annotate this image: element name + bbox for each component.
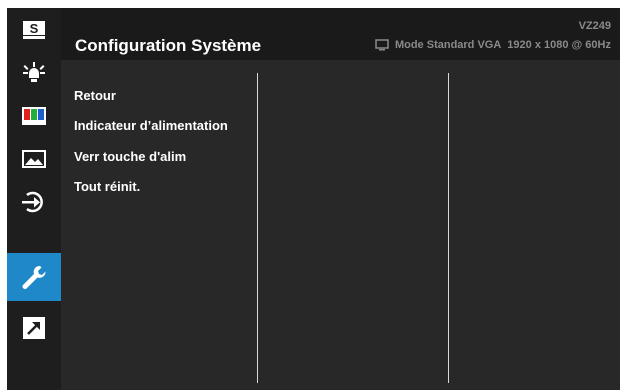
menu-item-power-key-lock[interactable]: Verr touche d'alim: [74, 149, 186, 164]
brightness-icon: [23, 61, 45, 82]
color-bars-icon: [22, 106, 46, 125]
menu-item-power-indicator[interactable]: Indicateur d’alimentation: [74, 118, 228, 133]
sidebar-item-system-setup[interactable]: [7, 253, 61, 301]
menu-item-return[interactable]: Retour: [74, 88, 116, 103]
svg-text:S: S: [30, 21, 39, 36]
menu-item-reset-all[interactable]: Tout réinit.: [74, 179, 140, 194]
sidebar-item-color[interactable]: [7, 94, 61, 137]
page-title: Configuration Système: [75, 36, 262, 55]
sidebar-item-brightness[interactable]: [7, 51, 61, 94]
input-select-icon: [22, 191, 43, 212]
column-divider: [448, 73, 449, 383]
shortcut-arrow-icon: [23, 316, 45, 339]
mode-label: Mode Standard VGA: [394, 39, 502, 51]
sidebar-item-shortcut[interactable]: [7, 306, 61, 349]
header-bar: Configuration Système VZ249 Mode Standar…: [61, 8, 620, 60]
column-divider: [257, 73, 258, 383]
image-landscape-icon: [22, 149, 46, 168]
sidebar-item-input[interactable]: [7, 180, 61, 223]
sidebar: S: [7, 8, 61, 390]
sidebar-item-image[interactable]: [7, 137, 61, 180]
splendid-s-icon: S: [23, 20, 45, 39]
main-panel: Configuration Système VZ249 Mode Standar…: [61, 8, 620, 390]
osd-menu: S Configuration Système VZ249 Mode Stand…: [7, 8, 620, 390]
wrench-icon: [22, 265, 46, 289]
sidebar-item-splendid[interactable]: S: [7, 8, 61, 51]
model-name: VZ249: [578, 20, 611, 32]
monitor-icon: [375, 39, 389, 51]
resolution: 1920 x 1080 @ 60Hz: [507, 39, 611, 51]
mode-info: Mode Standard VGA 1920 x 1080 @ 60Hz: [375, 39, 611, 51]
